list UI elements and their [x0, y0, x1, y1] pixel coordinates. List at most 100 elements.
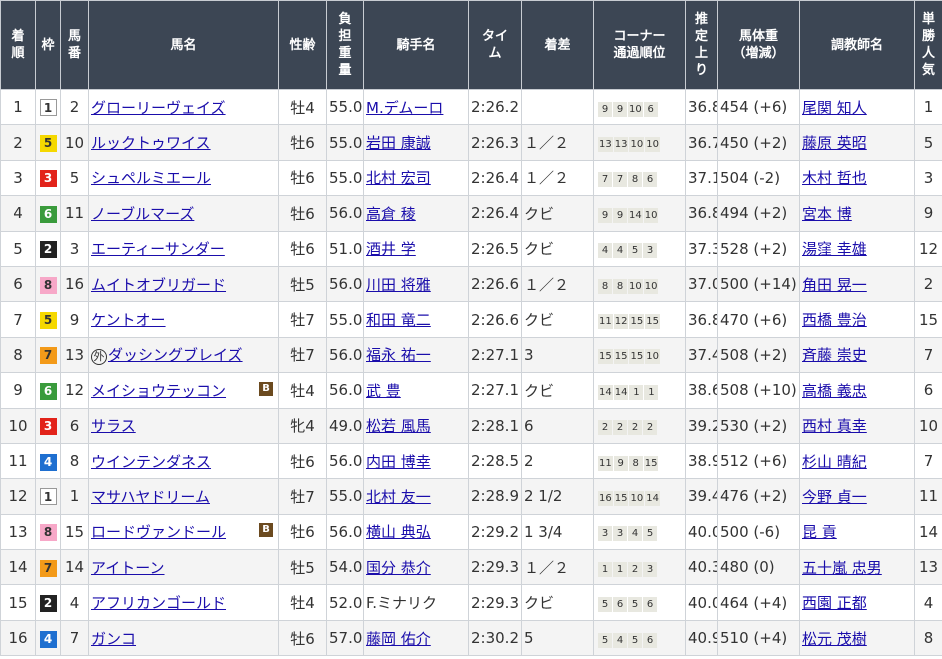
trainer-link[interactable]: 高橋 義忠	[802, 382, 867, 400]
margin-cell: クビ	[521, 584, 594, 621]
corner-positions: 11 12 15 15	[598, 310, 661, 330]
jockey-link[interactable]: 和田 竜二	[366, 311, 431, 329]
time-cell: 2:26.3	[468, 124, 522, 161]
weight-cell: 55.0	[326, 301, 364, 338]
trainer-link[interactable]: 藤原 英昭	[802, 134, 867, 152]
horse-name-link[interactable]: ロードヴァンドール	[91, 523, 226, 541]
umaban-cell: 1	[60, 478, 89, 515]
table-row: 523エーティーサンダー牡651.0酒井 学2:26.5クビ445337.352…	[0, 230, 942, 267]
sexage-cell: 牡7	[278, 336, 327, 374]
corner-position: 14	[613, 384, 629, 400]
horse-name-link[interactable]: ダッシングブレイズ	[108, 346, 243, 364]
trainer-cell: 五十嵐 忠男	[799, 549, 915, 586]
header-rank: 着順	[0, 0, 36, 90]
jockey-link[interactable]: 松若 風馬	[366, 417, 431, 435]
trainer-link[interactable]: 西村 真幸	[802, 417, 867, 435]
body-weight-cell: 528 (+2)	[717, 230, 800, 267]
horse-name-link[interactable]: メイショウテッコン	[91, 382, 226, 400]
trainer-link[interactable]: 昆 貢	[802, 523, 837, 541]
horse-name-cell: ロードヴァンドール B	[88, 513, 279, 551]
corner-position: 6	[643, 597, 657, 613]
trainer-link[interactable]: 五十嵐 忠男	[802, 559, 882, 577]
trainer-link[interactable]: 松元 茂樹	[802, 630, 867, 648]
corner-cell: 2222	[593, 407, 686, 444]
trainer-link[interactable]: 宮本 博	[802, 205, 852, 223]
jockey-link[interactable]: 武 豊	[366, 382, 401, 400]
horse-name-link[interactable]: エーティーサンダー	[91, 240, 225, 258]
body-weight-cell: 512 (+6)	[717, 442, 800, 480]
trainer-link[interactable]: 斉藤 崇史	[802, 346, 867, 364]
trainer-link[interactable]: 杉山 晴紀	[802, 453, 867, 471]
weight-cell: 56.0	[326, 372, 364, 409]
last3f-cell: 39.2	[685, 407, 718, 444]
header-waku: 枠	[35, 0, 61, 90]
horse-name-link[interactable]: マサハヤドリーム	[91, 488, 210, 506]
trainer-cell: 高橋 義忠	[799, 372, 915, 409]
corner-position: 1	[644, 384, 659, 400]
horse-name-link[interactable]: ケントオー	[91, 311, 166, 329]
horse-name-link[interactable]: アイトーン	[91, 559, 165, 577]
corner-position: 10	[628, 101, 643, 117]
horse-name-cell: シュペルミエール	[88, 159, 279, 197]
corner-cell: 3345	[593, 513, 686, 551]
corner-position: 3	[643, 243, 657, 259]
horse-name-link[interactable]: グローリーヴェイズ	[91, 99, 226, 117]
jockey-link[interactable]: 福永 祐一	[366, 346, 431, 364]
corner-positions: 7786	[598, 168, 658, 188]
jockey-link[interactable]: 藤岡 佑介	[366, 630, 431, 648]
trainer-link[interactable]: 今野 貞一	[802, 488, 867, 506]
umaban-cell: 12	[60, 372, 89, 409]
jockey-link[interactable]: 北村 友一	[366, 488, 431, 506]
jockey-link[interactable]: 北村 宏司	[366, 169, 431, 187]
jockey-link[interactable]: 高倉 稜	[366, 205, 416, 223]
corner-positions: 4453	[598, 239, 658, 259]
jockey-link[interactable]: 横山 典弘	[366, 523, 431, 541]
trainer-link[interactable]: 木村 哲也	[802, 169, 867, 187]
weight-cell: 51.0	[326, 230, 364, 267]
waku-cell: 6	[35, 195, 61, 232]
sexage-cell: 牡4	[278, 372, 327, 409]
jockey-link[interactable]: 岩田 康誠	[366, 134, 431, 152]
jockey-link[interactable]: 川田 将雅	[366, 276, 431, 294]
last3f-cell: 40.0	[685, 513, 718, 551]
corner-position: 9	[613, 455, 628, 471]
jockey-link[interactable]: M.デムーロ	[366, 99, 443, 117]
time-cell: 2:26.6	[468, 301, 522, 338]
trainer-link[interactable]: 尾関 知人	[802, 99, 867, 117]
body-weight-cell: 454 (+6)	[717, 88, 800, 126]
table-row: 1036サラス牝449.0松若 風馬2:28.16222239.2530 (+2…	[0, 407, 942, 444]
margin-cell: クビ	[521, 230, 594, 267]
time-cell: 2:26.6	[468, 265, 522, 303]
trainer-link[interactable]: 湯窪 幸雄	[802, 240, 867, 258]
umaban-cell: 6	[60, 407, 89, 444]
horse-name-link[interactable]: サラス	[91, 417, 136, 435]
body-weight-cell: 500 (-6)	[717, 513, 800, 551]
horse-name-link[interactable]: ガンコ	[91, 630, 136, 648]
sexage-cell: 牡5	[278, 265, 327, 303]
header-sexage: 性齢	[278, 0, 327, 90]
waku-cell: 1	[35, 478, 61, 515]
horse-name-link[interactable]: ウインテンダネス	[91, 453, 211, 471]
umaban-cell: 2	[60, 88, 89, 126]
horse-name-link[interactable]: アフリカンゴールド	[91, 594, 226, 612]
jockey-link[interactable]: 内田 博幸	[366, 453, 431, 471]
trainer-link[interactable]: 角田 晃一	[802, 276, 867, 294]
horse-name-link[interactable]: ルックトゥワイス	[91, 134, 211, 152]
jockey-link[interactable]: 酒井 学	[366, 240, 416, 258]
trainer-link[interactable]: 西橋 豊治	[802, 311, 867, 329]
horse-name-link[interactable]: シュペルミエール	[91, 169, 211, 187]
horse-name-link[interactable]: ノーブルマーズ	[91, 205, 194, 223]
sexage-cell: 牝4	[278, 407, 327, 444]
rank-cell: 5	[0, 230, 36, 267]
foreign-horse-icon: 外	[91, 349, 107, 366]
corner-position: 5	[628, 597, 642, 613]
horse-name-link[interactable]: ムイトオブリガード	[91, 276, 226, 294]
popularity-cell: 8	[914, 619, 942, 657]
umaban-cell: 8	[60, 442, 89, 480]
trainer-link[interactable]: 西園 正都	[802, 594, 867, 612]
rank-cell: 10	[0, 407, 36, 444]
horse-name-cell: ノーブルマーズ	[88, 195, 279, 232]
corner-position: 9	[598, 207, 612, 223]
waku-badge: 6	[39, 382, 57, 400]
jockey-link[interactable]: 国分 恭介	[366, 559, 431, 577]
